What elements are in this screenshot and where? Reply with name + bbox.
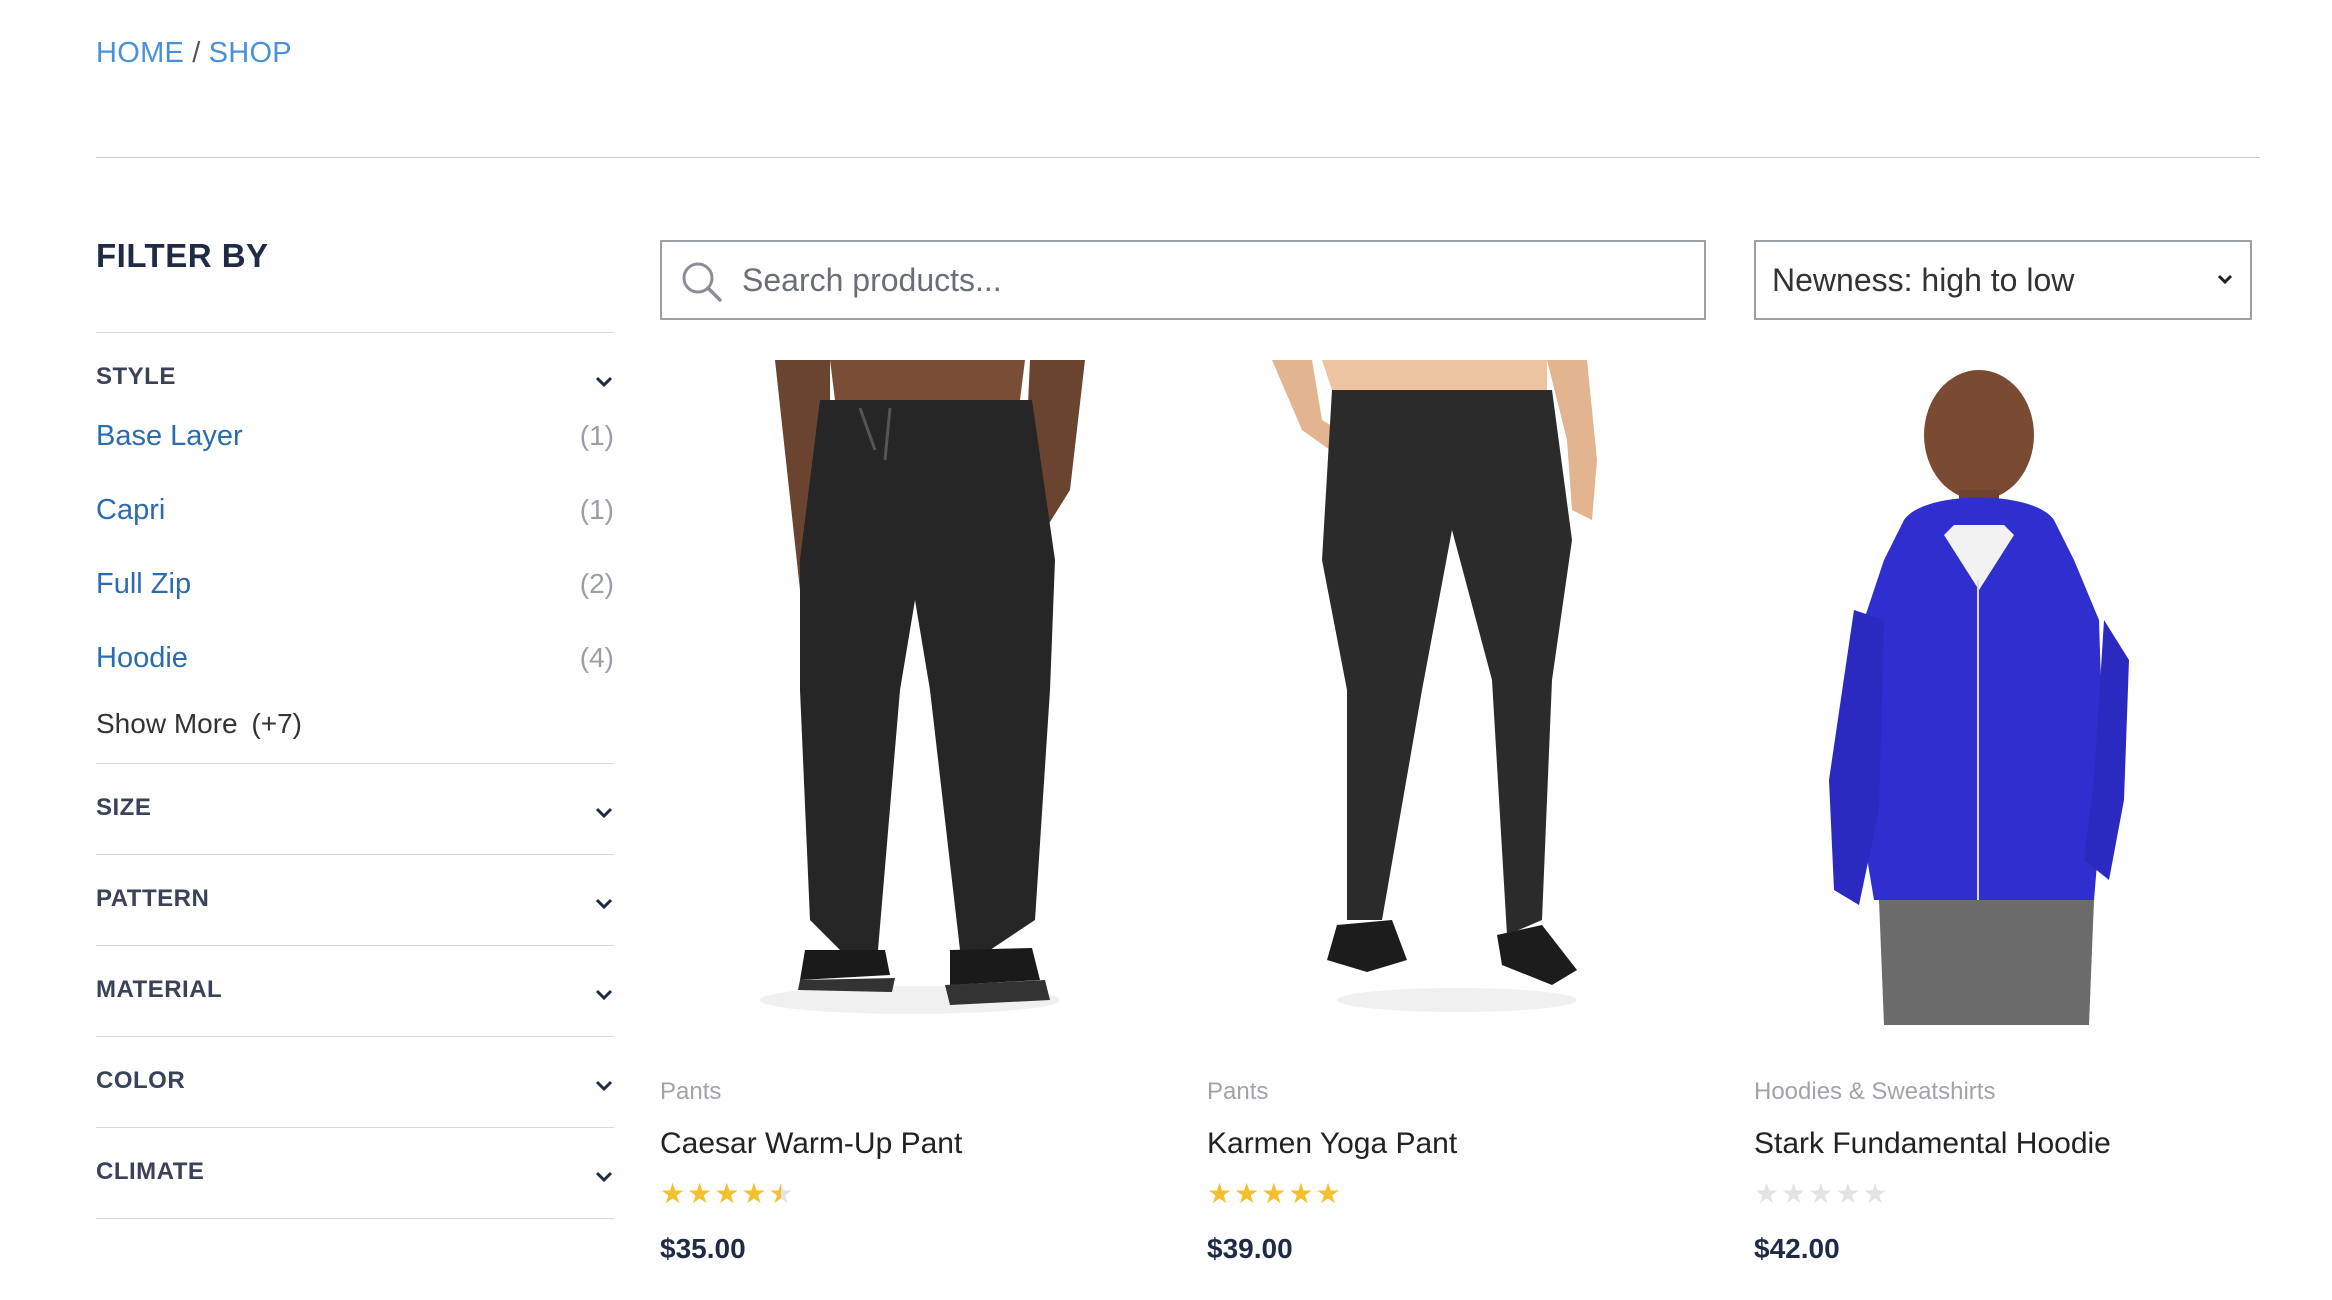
- filter-option-label[interactable]: Full Zip: [96, 568, 191, 600]
- star-icon: ★: [1288, 1178, 1314, 1209]
- star-icon: ★: [1234, 1178, 1260, 1209]
- star-icon: ★: [660, 1178, 686, 1209]
- filter-option-count: (2): [579, 568, 614, 599]
- filter-option-full-zip[interactable]: Full Zip (2): [96, 547, 614, 621]
- star-icon: ★: [1207, 1178, 1233, 1209]
- filter-header-color[interactable]: COLOR: [96, 1037, 614, 1127]
- chevron-down-icon: [594, 897, 614, 911]
- filter-title: FILTER BY: [96, 237, 269, 274]
- star-icon: ★: [741, 1178, 767, 1209]
- chevron-down-icon: [594, 806, 614, 820]
- chevron-down-icon: [594, 1170, 614, 1184]
- filter-option-label[interactable]: Capri: [96, 494, 165, 526]
- filter-option-count: (1): [579, 420, 614, 451]
- product-card[interactable]: Pants Caesar Warm-Up Pant ★ ★ ★ ★ ★ $35.…: [660, 360, 1160, 1269]
- filter-header-material[interactable]: MATERIAL: [96, 946, 614, 1036]
- star-icon: ★: [1315, 1178, 1341, 1209]
- product-image[interactable]: [660, 360, 1160, 1025]
- chevron-down-icon: [594, 1079, 614, 1093]
- product-name[interactable]: Caesar Warm-Up Pant: [660, 1123, 1160, 1165]
- breadcrumb-separator: /: [192, 37, 201, 69]
- star-icon: ★: [1261, 1178, 1287, 1209]
- filter-option-count: (4): [579, 642, 614, 673]
- filter-option-base-layer[interactable]: Base Layer (1): [96, 399, 614, 473]
- filter-label-climate: CLIMATE: [96, 1158, 205, 1185]
- breadcrumb: HOME / SHOP: [96, 33, 292, 73]
- product-category[interactable]: Hoodies & Sweatshirts: [1754, 1075, 2254, 1109]
- product-rating: ★ ★ ★ ★ ★: [1207, 1179, 1707, 1209]
- product-card[interactable]: Pants Karmen Yoga Pant ★ ★ ★ ★ ★ $39.00: [1207, 360, 1707, 1269]
- filter-option-count: (1): [579, 494, 614, 525]
- product-price: $39.00: [1207, 1233, 1293, 1264]
- filter-label-size: SIZE: [96, 794, 152, 821]
- filter-label-color: COLOR: [96, 1067, 186, 1094]
- star-empty-icon: ★: [1835, 1178, 1861, 1209]
- star-icon: ★: [714, 1178, 740, 1209]
- star-half-icon: ★: [768, 1178, 794, 1209]
- star-icon: ★: [687, 1178, 713, 1209]
- star-empty-icon: ★: [1862, 1178, 1888, 1209]
- filter-label-material: MATERIAL: [96, 976, 223, 1003]
- filter-option-label[interactable]: Base Layer: [96, 420, 243, 452]
- star-empty-icon: ★: [1781, 1178, 1807, 1209]
- product-name[interactable]: Karmen Yoga Pant: [1207, 1123, 1707, 1165]
- chevron-down-icon: [594, 988, 614, 1002]
- product-price: $42.00: [1754, 1233, 1840, 1264]
- show-more-button[interactable]: Show More (+7): [96, 695, 614, 763]
- star-empty-icon: ★: [1754, 1178, 1780, 1209]
- breadcrumb-home-link[interactable]: HOME: [96, 37, 184, 69]
- product-name[interactable]: Stark Fundamental Hoodie: [1754, 1123, 2254, 1165]
- product-image[interactable]: [1754, 360, 2254, 1025]
- filter-header-style[interactable]: STYLE: [96, 333, 614, 399]
- filter-sidebar: FILTER BY STYLE Base Layer (1) Capri (1) F…: [96, 232, 614, 1219]
- filter-option-label[interactable]: Hoodie: [96, 642, 188, 674]
- product-rating: ★ ★ ★ ★ ★: [660, 1179, 1160, 1209]
- product-card[interactable]: Hoodies & Sweatshirts Stark Fundamental …: [1754, 360, 2254, 1269]
- header-divider: [96, 157, 2260, 158]
- search-icon: [680, 260, 724, 304]
- chevron-down-icon: [594, 375, 614, 389]
- filter-group-style: STYLE Base Layer (1) Capri (1) Full Zip (2)…: [96, 333, 614, 763]
- filter-header-size[interactable]: SIZE: [96, 764, 614, 854]
- show-more-label: Show More: [96, 708, 238, 739]
- filter-label-style: STYLE: [96, 363, 176, 390]
- search-box: [660, 240, 1706, 320]
- product-rating: ★ ★ ★ ★ ★: [1754, 1179, 2254, 1209]
- filter-label-pattern: PATTERN: [96, 885, 210, 912]
- filter-header-pattern[interactable]: PATTERN: [96, 855, 614, 945]
- style-options: Base Layer (1) Capri (1) Full Zip (2) Hoodi…: [96, 399, 614, 695]
- filter-option-capri[interactable]: Capri (1): [96, 473, 614, 547]
- star-empty-icon: ★: [1808, 1178, 1834, 1209]
- sort-select-value: Newness: high to low: [1772, 262, 2075, 298]
- sort-select[interactable]: Newness: high to low: [1754, 240, 2252, 320]
- sidebar-divider: [96, 1218, 614, 1219]
- product-price: $35.00: [660, 1233, 746, 1264]
- search-input[interactable]: [742, 242, 1682, 318]
- filter-header-climate[interactable]: CLIMATE: [96, 1128, 614, 1218]
- product-image[interactable]: [1207, 360, 1707, 1025]
- breadcrumb-shop-link[interactable]: SHOP: [209, 37, 292, 69]
- product-category[interactable]: Pants: [1207, 1075, 1707, 1109]
- filter-option-hoodie[interactable]: Hoodie (4): [96, 621, 614, 695]
- show-more-count: (+7): [251, 708, 302, 739]
- chevron-down-icon: [2216, 273, 2234, 287]
- product-category[interactable]: Pants: [660, 1075, 1160, 1109]
